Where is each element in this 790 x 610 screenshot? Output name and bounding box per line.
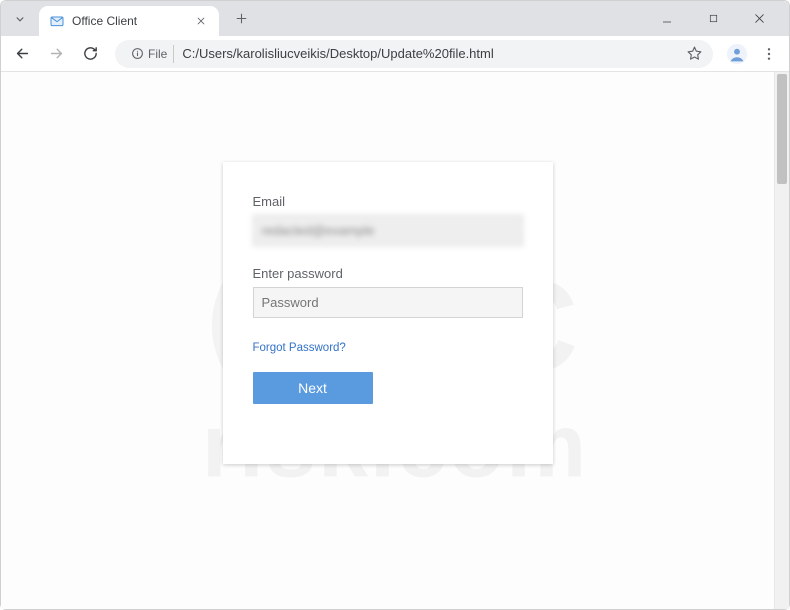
tab-close-button[interactable] (193, 13, 209, 29)
back-button[interactable] (7, 39, 37, 69)
chevron-down-icon (13, 12, 27, 26)
bookmark-button[interactable] (685, 45, 703, 63)
plus-icon (235, 12, 248, 25)
maximize-icon (708, 13, 719, 24)
maximize-button[interactable] (699, 5, 727, 33)
window-controls (653, 5, 781, 33)
close-window-button[interactable] (745, 5, 773, 33)
arrow-left-icon (14, 45, 31, 62)
mail-favicon-icon (49, 13, 65, 29)
new-tab-button[interactable] (227, 5, 255, 33)
close-icon (753, 12, 766, 25)
forgot-password-link[interactable]: Forgot Password? (253, 342, 346, 354)
browser-tab[interactable]: Office Client (39, 6, 219, 36)
next-button[interactable]: Next (253, 372, 373, 404)
password-field[interactable] (253, 287, 523, 318)
login-card: Email Enter password Forgot Password? Ne… (223, 162, 553, 464)
close-icon (196, 16, 206, 26)
browser-window: Office Client (0, 0, 790, 610)
vertical-scrollbar[interactable] (774, 72, 789, 609)
email-label: Email (253, 194, 523, 209)
page-viewport: PC risk.com Email Enter password Forgot … (1, 72, 789, 609)
reload-icon (82, 45, 99, 62)
toolbar: File C:/Users/karolisliucveikis/Desktop/… (1, 36, 789, 72)
person-icon (726, 43, 748, 65)
tab-title: Office Client (72, 14, 181, 28)
star-icon (686, 45, 703, 62)
search-tabs-button[interactable] (9, 8, 31, 30)
minimize-button[interactable] (653, 5, 681, 33)
page-content: Email Enter password Forgot Password? Ne… (1, 72, 774, 609)
tab-strip: Office Client (1, 1, 789, 36)
minimize-icon (661, 13, 673, 25)
arrow-right-icon (48, 45, 65, 62)
scrollbar-thumb[interactable] (777, 74, 787, 184)
omnibox[interactable]: File C:/Users/karolisliucveikis/Desktop/… (115, 40, 713, 68)
url-text: C:/Users/karolisliucveikis/Desktop/Updat… (182, 46, 677, 61)
reload-button[interactable] (75, 39, 105, 69)
file-origin-chip[interactable]: File (125, 45, 174, 63)
password-label: Enter password (253, 266, 523, 281)
forward-button[interactable] (41, 39, 71, 69)
kebab-menu-icon (761, 46, 777, 62)
app-menu-button[interactable] (755, 40, 783, 68)
file-chip-label: File (148, 47, 167, 61)
profile-button[interactable] (723, 40, 751, 68)
info-icon (131, 47, 144, 60)
email-field[interactable] (253, 215, 523, 246)
